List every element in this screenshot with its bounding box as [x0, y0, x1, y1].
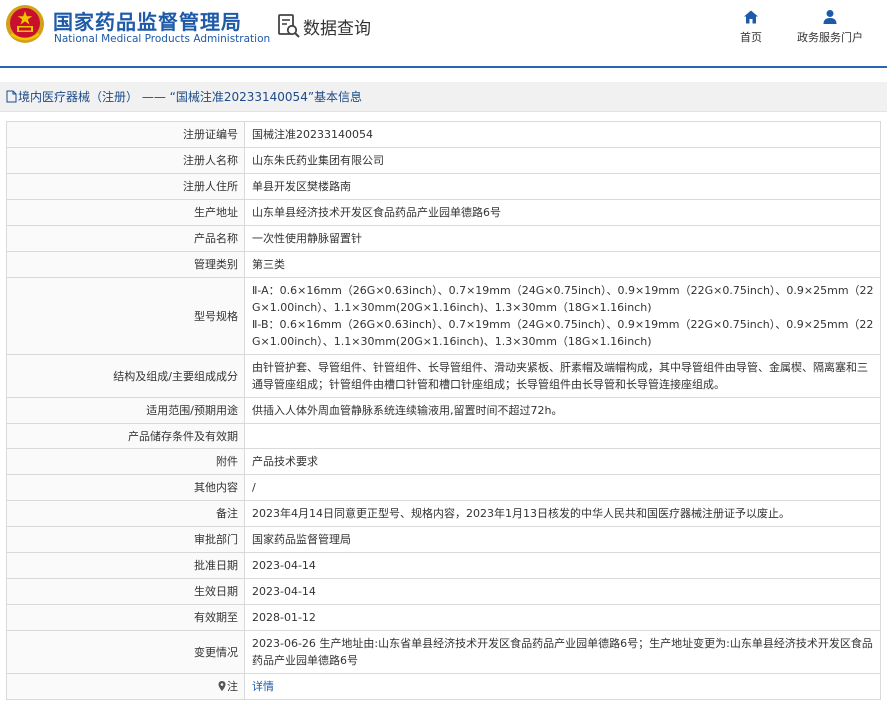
model-spec-line-a: Ⅱ-A：0.6×16mm（26G×0.63inch）、0.7×19mm（24G×… — [252, 284, 874, 314]
field-value-registrant-address: 单县开发区樊楼路南 — [244, 173, 881, 200]
field-value-model-spec: Ⅱ-A：0.6×16mm（26G×0.63inch）、0.7×19mm（24G×… — [244, 277, 881, 355]
field-label: 生产地址 — [6, 199, 245, 226]
field-value-registrant-name: 山东朱氏药业集团有限公司 — [244, 147, 881, 174]
table-row: 注册证编号 国械注准20233140054 — [6, 121, 881, 148]
table-row: 产品储存条件及有效期 — [6, 423, 881, 449]
table-row: 注册人名称 山东朱氏药业集团有限公司 — [6, 147, 881, 174]
nav-portal-label: 政务服务门户 — [797, 31, 863, 44]
field-label: 产品名称 — [6, 225, 245, 252]
field-value-structure: 由针管护套、导管组件、针管组件、长导管组件、滑动夹紧板、肝素帽及端帽构成，其中导… — [244, 354, 881, 398]
breadcrumb-text: 境内医疗器械（注册） —— “国械注准20233140054”基本信息 — [18, 90, 363, 104]
table-row: 变更情况 2023-06-26 生产地址由:山东省单县经济技术开发区食品药品产业… — [6, 630, 881, 674]
breadcrumb: 境内医疗器械（注册） —— “国械注准20233140054”基本信息 — [0, 82, 887, 112]
field-label: 其他内容 — [6, 474, 245, 501]
field-value-category: 第三类 — [244, 251, 881, 278]
field-value-reg-no: 国械注准20233140054 — [244, 121, 881, 148]
field-value-production-address: 山东单县经济技术开发区食品药品产业园单德路6号 — [244, 199, 881, 226]
field-value-attachment: 产品技术要求 — [244, 448, 881, 475]
model-spec-line-b: Ⅱ-B：0.6×16mm（26G×0.63inch）、0.7×19mm（24G×… — [252, 318, 874, 348]
field-value-product-name: 一次性使用静脉留置针 — [244, 225, 881, 252]
field-label: 附件 — [6, 448, 245, 475]
field-value-changes: 2023-06-26 生产地址由:山东省单县经济技术开发区食品药品产业园单德路6… — [244, 630, 881, 674]
table-row: 备注 2023年4月14日同意更正型号、规格内容，2023年1月13日核发的中华… — [6, 500, 881, 527]
field-label: 备注 — [6, 500, 245, 527]
site-title-cn: 国家药品监督管理局 — [53, 10, 242, 34]
field-label: 变更情况 — [6, 630, 245, 674]
field-label: 审批部门 — [6, 526, 245, 553]
field-value-valid-until: 2028-01-12 — [244, 604, 881, 631]
field-label: 注册人名称 — [6, 147, 245, 174]
field-value-scope: 供插入人体外周血管静脉系统连续输液用,留置时间不超过72h。 — [244, 397, 881, 424]
user-icon — [823, 10, 837, 24]
field-label: 生效日期 — [6, 578, 245, 605]
field-label: 结构及组成/主要组成成分 — [6, 354, 245, 398]
table-row: 批准日期 2023-04-14 — [6, 552, 881, 579]
table-row: 结构及组成/主要组成成分 由针管护套、导管组件、针管组件、长导管组件、滑动夹紧板… — [6, 354, 881, 398]
table-row: 产品名称 一次性使用静脉留置针 — [6, 225, 881, 252]
field-label: 有效期至 — [6, 604, 245, 631]
table-row: 生效日期 2023-04-14 — [6, 578, 881, 605]
document-icon — [6, 90, 17, 103]
nav-home[interactable]: 首页 — [740, 9, 762, 45]
site-title-en: National Medical Products Administration — [54, 33, 271, 45]
field-label: 型号规格 — [6, 277, 245, 355]
table-row: 审批部门 国家药品监督管理局 — [6, 526, 881, 553]
table-row: 型号规格 Ⅱ-A：0.6×16mm（26G×0.63inch）、0.7×19mm… — [6, 277, 881, 355]
field-label-note: 注 — [6, 673, 245, 700]
field-value-other: / — [244, 474, 881, 501]
field-label: 产品储存条件及有效期 — [6, 423, 245, 449]
table-row: 注 详情 — [6, 673, 881, 700]
field-label: 适用范围/预期用途 — [6, 397, 245, 424]
field-label: 批准日期 — [6, 552, 245, 579]
field-value-storage — [244, 423, 881, 449]
data-query-label: 数据查询 — [303, 18, 371, 39]
header-divider — [0, 66, 887, 68]
nav-home-label: 首页 — [740, 31, 762, 44]
location-pin-icon — [218, 681, 226, 691]
field-value-remark: 2023年4月14日同意更正型号、规格内容，2023年1月13日核发的中华人民共… — [244, 500, 881, 527]
data-query-heading[interactable]: 数据查询 — [277, 12, 371, 40]
table-row: 生产地址 山东单县经济技术开发区食品药品产业园单德路6号 — [6, 199, 881, 226]
nav-service-portal[interactable]: 政务服务门户 — [797, 9, 863, 45]
field-value-note: 详情 — [244, 673, 881, 700]
table-row: 适用范围/预期用途 供插入人体外周血管静脉系统连续输液用,留置时间不超过72h。 — [6, 397, 881, 424]
table-row: 管理类别 第三类 — [6, 251, 881, 278]
field-label: 注册人住所 — [6, 173, 245, 200]
table-row: 附件 产品技术要求 — [6, 448, 881, 475]
field-value-approval-dept: 国家药品监督管理局 — [244, 526, 881, 553]
note-label-text: 注 — [227, 680, 238, 693]
site-header: 国家药品监督管理局 National Medical Products Admi… — [0, 0, 887, 66]
table-row: 其他内容 / — [6, 474, 881, 501]
basic-info-table: 注册证编号 国械注准20233140054 注册人名称 山东朱氏药业集团有限公司… — [6, 121, 881, 700]
document-search-icon — [278, 14, 300, 38]
national-emblem-icon — [6, 5, 44, 43]
table-row: 注册人住所 单县开发区樊楼路南 — [6, 173, 881, 200]
field-label: 管理类别 — [6, 251, 245, 278]
field-label: 注册证编号 — [6, 121, 245, 148]
field-value-approval-date: 2023-04-14 — [244, 552, 881, 579]
details-link[interactable]: 详情 — [252, 680, 274, 693]
table-row: 有效期至 2028-01-12 — [6, 604, 881, 631]
home-icon — [744, 10, 758, 24]
field-value-effective-date: 2023-04-14 — [244, 578, 881, 605]
